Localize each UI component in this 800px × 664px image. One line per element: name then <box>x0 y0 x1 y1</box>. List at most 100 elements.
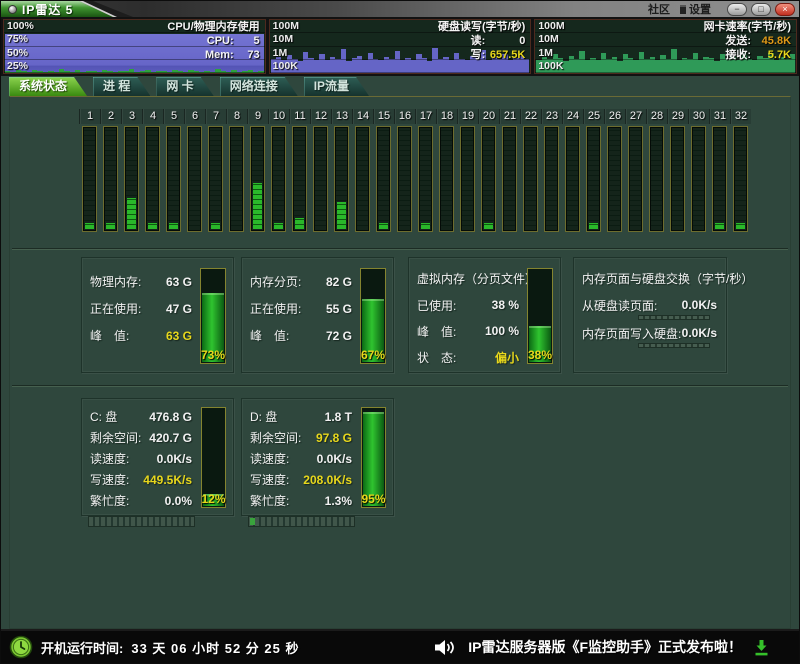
row-label: 状 态: <box>417 349 456 366</box>
row-value: 55 G <box>326 302 352 316</box>
graph-title: CPU/物理内存使用 <box>167 21 259 35</box>
core-usage-bar <box>460 126 475 232</box>
core-number: 23 <box>541 109 562 124</box>
core-usage-fill <box>421 223 430 229</box>
settings-button[interactable]: 设置 <box>680 1 711 17</box>
usage-bar-label: 38% <box>524 348 556 362</box>
usage-bar: 67% <box>360 268 386 364</box>
usage-bar: 73% <box>200 268 226 364</box>
content-panel: 1234567891011121314151617181920212223242… <box>9 96 791 629</box>
core-usage-bar <box>691 126 706 232</box>
cpu-core-column: 4 <box>142 109 163 232</box>
core-usage-bar <box>523 126 538 232</box>
busy-meter <box>88 516 195 527</box>
core-usage-bar <box>544 126 559 232</box>
core-number: 10 <box>268 109 289 124</box>
tab-system-status[interactable]: 系统状态 <box>9 77 87 96</box>
cpu-core-column: 1 <box>79 109 100 232</box>
core-number: 1 <box>79 109 100 124</box>
disk-panel-1: C: 盘476.8 G剩余空间:420.7 G读速度:0.0K/s写速度:449… <box>81 398 234 516</box>
core-number: 12 <box>310 109 331 124</box>
core-usage-bar <box>565 126 580 232</box>
core-number: 13 <box>331 109 352 124</box>
core-usage-fill <box>379 223 388 229</box>
tab-processes[interactable]: 进 程 <box>93 77 150 96</box>
core-usage-bar <box>649 126 664 232</box>
usage-bar: 38% <box>527 268 553 364</box>
core-usage-bar <box>670 126 685 232</box>
core-usage-fill <box>106 223 115 229</box>
panel-title: 内存页面与硬盘交换（字节/秒） <box>574 268 726 292</box>
cpu-core-column: 29 <box>667 109 688 232</box>
scale-label: 1M <box>538 47 553 59</box>
cpu-core-column: 19 <box>457 109 478 232</box>
core-usage-fill <box>85 223 94 229</box>
usage-bar-label: 95% <box>358 492 389 506</box>
tab-network-card[interactable]: 网 卡 <box>156 77 213 96</box>
row-label: 内存分页: <box>250 273 301 290</box>
core-usage-fill <box>274 223 283 229</box>
titlebar: IP雷达 5 社区 设置 − □ × <box>1 1 799 17</box>
row-label: 物理内存: <box>90 273 141 290</box>
core-usage-bar <box>166 126 181 232</box>
tab-connections[interactable]: 网络连接 <box>220 77 298 96</box>
core-usage-bar <box>145 126 160 232</box>
row-value: 0.0K/s <box>157 452 192 466</box>
graph-readout: 发送:45.8K <box>704 35 791 49</box>
row-value: 0.0K/s <box>682 298 717 312</box>
core-usage-bar <box>355 126 370 232</box>
maximize-button[interactable]: □ <box>751 3 771 16</box>
core-number: 2 <box>100 109 121 124</box>
graph-readout: 接收:5.7K <box>704 49 791 63</box>
download-icon[interactable] <box>754 639 769 656</box>
row-label: 内存页面写入硬盘: <box>582 325 681 342</box>
section-divider <box>12 248 788 250</box>
core-number: 29 <box>667 109 688 124</box>
cpu-core-column: 9 <box>247 109 268 232</box>
minimize-button[interactable]: − <box>727 3 747 16</box>
speaker-icon[interactable] <box>434 639 456 656</box>
core-usage-bar <box>208 126 223 232</box>
core-usage-bar <box>271 126 286 232</box>
uptime-value: 33 天 06 小时 52 分 25 秒 <box>131 638 299 657</box>
core-number: 25 <box>583 109 604 124</box>
row-label: 正在使用: <box>250 300 301 317</box>
row-value: 38 % <box>492 298 519 312</box>
row-label: 剩余空间: <box>250 429 301 446</box>
usage-bar-label: 67% <box>357 348 389 362</box>
community-button[interactable]: 社区 <box>648 1 670 17</box>
usage-bar-label: 12% <box>198 492 229 506</box>
cpu-core-column: 7 <box>205 109 226 232</box>
core-usage-fill <box>484 223 493 229</box>
cpu-core-column: 12 <box>310 109 331 232</box>
app-window: IP雷达 5 社区 设置 − □ × 100%75%50%25%CPU/物理内存… <box>0 0 800 664</box>
statusbar: 开机运行时间: 33 天 06 小时 52 分 25 秒 IP雷达服务器版《F监… <box>1 629 799 663</box>
core-usage-bar <box>229 126 244 232</box>
core-number: 4 <box>142 109 163 124</box>
busy-meter <box>248 516 355 527</box>
cpu-core-column: 17 <box>415 109 436 232</box>
usage-bar: 95% <box>361 407 386 508</box>
core-usage-bar <box>82 126 97 232</box>
close-button[interactable]: × <box>775 3 795 16</box>
core-number: 5 <box>163 109 184 124</box>
graph-readout: CPU:5 <box>167 35 259 49</box>
core-usage-fill <box>736 223 745 229</box>
scale-label: 25% <box>7 60 28 72</box>
core-usage-bar <box>712 126 727 232</box>
scale-label: 100% <box>7 20 34 32</box>
network-rate-graph: 100M10M1M100K网卡速率(字节/秒)发送:45.8K接收:5.7K <box>534 19 797 74</box>
row-label: 读速度: <box>250 450 289 467</box>
row-label: 峰 值: <box>90 327 129 344</box>
row-value: 1.3% <box>325 494 352 508</box>
announcement-text[interactable]: IP雷达服务器版《F监控助手》正式发布啦！ <box>468 637 742 657</box>
core-usage-bar <box>103 126 118 232</box>
row-label: 读速度: <box>90 450 129 467</box>
scale-label: 75% <box>7 33 28 45</box>
tab-ip-traffic[interactable]: IP流量 <box>304 77 369 96</box>
graph-readout: 写:657.5K <box>438 49 525 63</box>
core-number: 26 <box>604 109 625 124</box>
graph-strip: 100%75%50%25%CPU/物理内存使用CPU:5Mem:73 100M1… <box>1 17 799 76</box>
core-number: 6 <box>184 109 205 124</box>
core-usage-bar <box>502 126 517 232</box>
